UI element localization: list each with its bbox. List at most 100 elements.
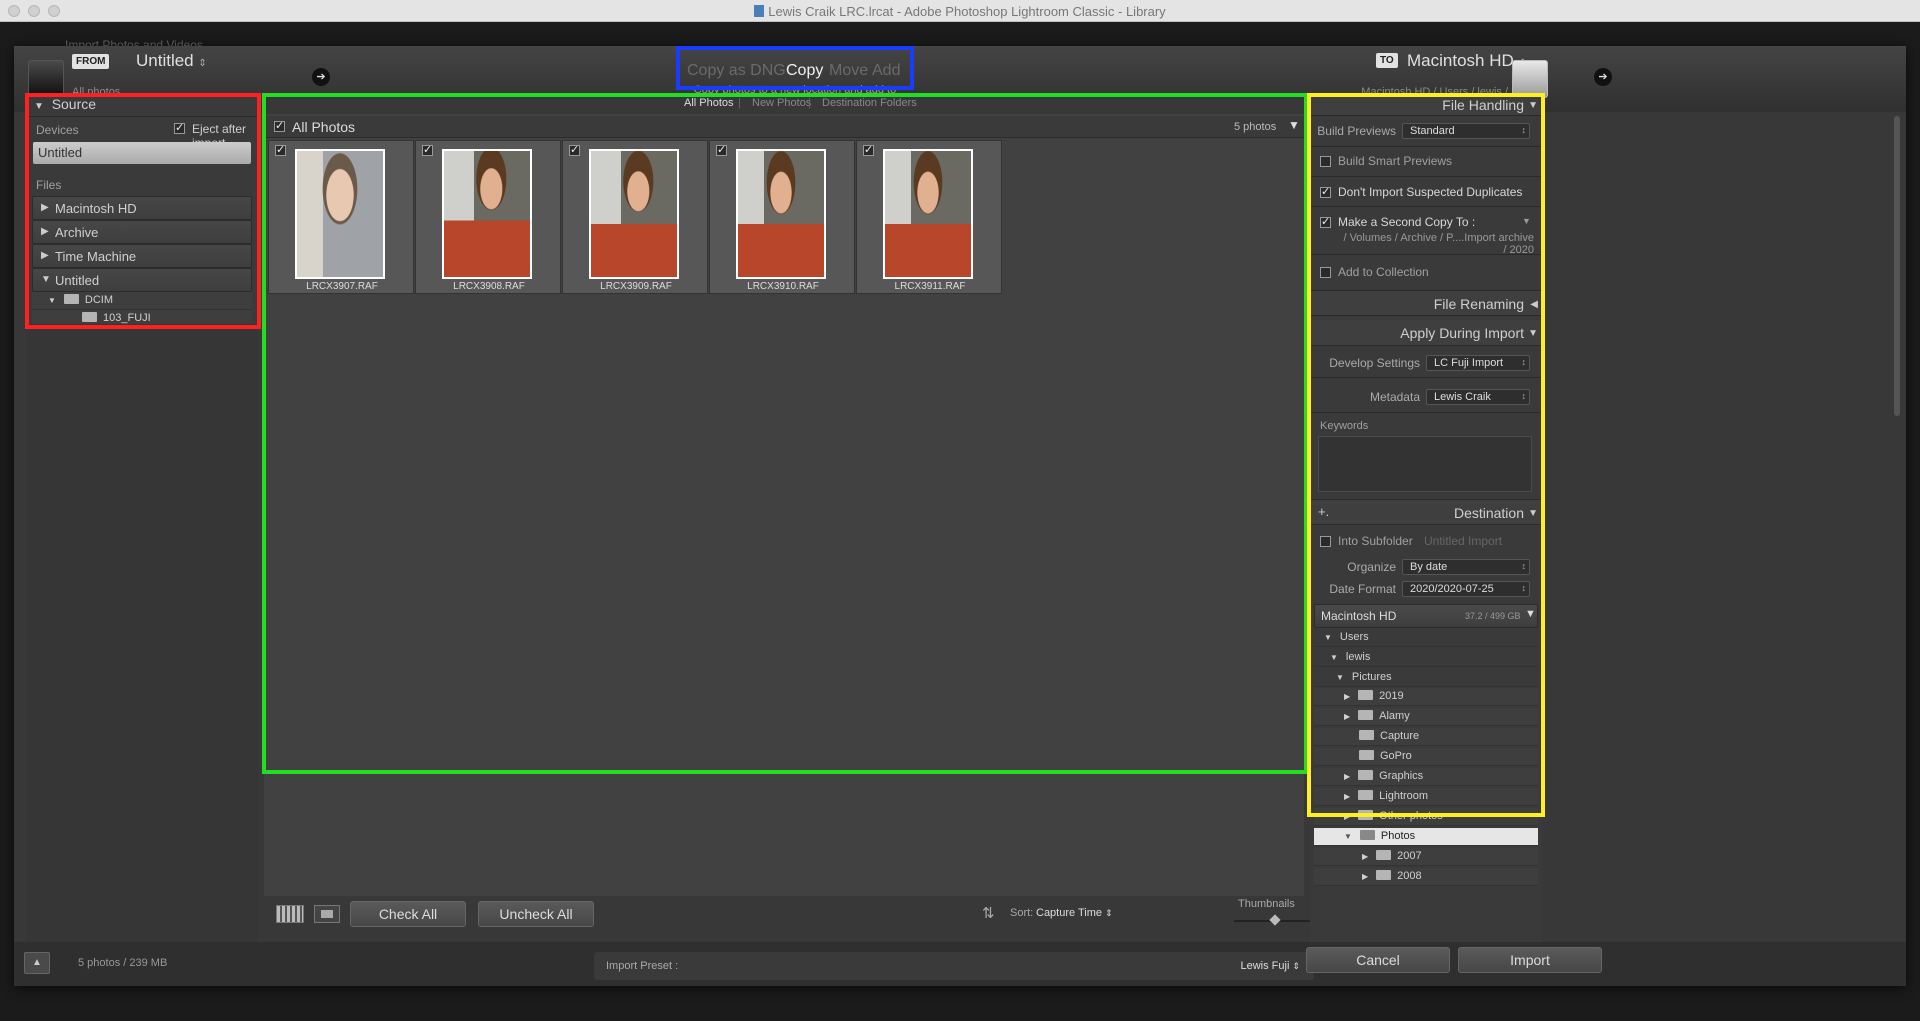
source-panel-empty xyxy=(26,324,258,946)
grid-panel: All Photos | New Photos | Destination Fo… xyxy=(264,94,1304,932)
photo-count: 5 photos xyxy=(1234,121,1277,133)
second-copy-checkbox[interactable]: ✓ xyxy=(1320,217,1331,228)
tree-folder-2007[interactable]: ▶ 2007 xyxy=(1314,848,1538,866)
photo-cell[interactable]: ✓ LRCX3909.RAF xyxy=(562,140,708,294)
tab-all-photos[interactable]: All Photos xyxy=(684,97,734,109)
grid-view-icon[interactable] xyxy=(276,905,304,923)
tree-folder-graphics[interactable]: ▶ Graphics xyxy=(1314,768,1538,786)
photo-checkbox[interactable]: ✓ xyxy=(422,145,433,156)
import-preset-select[interactable]: Lewis Fuji ⇕ xyxy=(1240,960,1300,972)
import-preset-label: Import Preset : xyxy=(606,960,679,972)
from-source-select[interactable]: Untitled ⇕ xyxy=(136,51,207,71)
volume-archive[interactable]: ▶ Archive xyxy=(32,220,252,244)
tree-folder-2008[interactable]: ▶ 2008 xyxy=(1314,868,1538,886)
sort-select[interactable]: Capture Time ⇕ xyxy=(1036,907,1113,919)
count-menu-icon[interactable]: ▼ xyxy=(1288,118,1300,132)
sort-az-icon[interactable]: ⇅ xyxy=(982,904,995,922)
destination-volume[interactable]: Macintosh HD 37.2 / 499 GB ▼ xyxy=(1314,604,1538,628)
cancel-button[interactable]: Cancel xyxy=(1306,947,1450,973)
check-all-button[interactable]: Check All xyxy=(350,901,466,927)
loupe-view-icon[interactable] xyxy=(314,905,340,923)
file-handling-header[interactable]: File Handling ▼ xyxy=(1310,94,1542,116)
tree-label: Lightroom xyxy=(1379,790,1429,802)
add-destination-icon[interactable]: +. xyxy=(1318,504,1329,519)
uncheck-all-button[interactable]: Uncheck All xyxy=(478,901,594,927)
photo-checkbox[interactable]: ✓ xyxy=(275,145,286,156)
window-title: Lewis Craik LRC.lrcat - Adobe Photoshop … xyxy=(0,4,1920,19)
no-duplicates-label: Don't Import Suspected Duplicates xyxy=(1338,185,1523,199)
to-tag: TO xyxy=(1376,53,1398,68)
mode-move[interactable]: Move xyxy=(829,62,868,80)
tree-folder-lightroom[interactable]: ▶ Lightroom xyxy=(1314,788,1538,806)
device-untitled[interactable]: Untitled xyxy=(33,142,251,164)
volume-time-machine[interactable]: ▶ Time Machine xyxy=(32,244,252,268)
expand-up-icon[interactable]: ▲ xyxy=(24,952,50,974)
photo-cell[interactable]: ✓ LRCX3908.RAF xyxy=(415,140,561,294)
tab-separator: | xyxy=(738,97,741,109)
source-header[interactable]: ▼ Source xyxy=(34,96,96,112)
to-destination-select[interactable]: Macintosh HD ⇕ xyxy=(1407,51,1527,71)
mode-add[interactable]: Add xyxy=(872,62,900,80)
add-collection-checkbox[interactable] xyxy=(1320,267,1331,278)
folder-label: 103_FUJI xyxy=(103,312,151,324)
tree-folder-2019[interactable]: ▶ 2019 xyxy=(1314,688,1538,706)
eject-checkbox[interactable]: ✓ xyxy=(174,123,185,134)
source-panel: ▼ Source Devices ✓ Eject after import Un… xyxy=(26,94,258,328)
tree-folder-photos-selected[interactable]: ▼ Photos xyxy=(1314,828,1538,846)
build-previews-select[interactable]: Standard xyxy=(1402,123,1530,139)
expand-triangle-icon: ▶ xyxy=(1344,692,1351,701)
volume-label: Macintosh HD xyxy=(55,201,137,216)
organize-label: Organize xyxy=(1347,560,1396,574)
second-copy-menu-icon[interactable]: ▼ xyxy=(1522,216,1531,226)
files-label: Files xyxy=(36,178,62,192)
mode-copy-as-dng[interactable]: Copy as DNG xyxy=(687,62,786,80)
photo-checkbox[interactable]: ✓ xyxy=(863,145,874,156)
photo-cell[interactable]: ✓ LRCX3907.RAF xyxy=(268,140,414,294)
volume-untitled[interactable]: ▼ Untitled xyxy=(32,268,252,292)
no-duplicates-checkbox[interactable]: ✓ xyxy=(1320,187,1331,198)
mode-copy[interactable]: Copy xyxy=(786,62,823,80)
import-dialog: FROM Untitled ⇕ All photos ➔ Copy as DNG… xyxy=(14,46,1906,986)
smart-previews-checkbox[interactable] xyxy=(1320,156,1331,167)
photo-cell[interactable]: ✓ LRCX3911.RAF xyxy=(856,140,1002,294)
collapse-triangle-icon: ▼ xyxy=(1344,832,1352,841)
tree-folder-capture[interactable]: Capture xyxy=(1314,728,1538,746)
tree-label: Users xyxy=(1339,631,1369,643)
tab-destination-folders[interactable]: Destination Folders xyxy=(822,97,917,109)
tree-lewis[interactable]: ▼ lewis xyxy=(1314,649,1538,667)
date-format-select[interactable]: 2020/2020-07-25 xyxy=(1402,581,1530,597)
window-titlebar: Lewis Craik LRC.lrcat - Adobe Photoshop … xyxy=(0,0,1920,22)
metadata-select[interactable]: Lewis Craik xyxy=(1426,389,1530,405)
tree-folder-gopro[interactable]: GoPro xyxy=(1314,748,1538,766)
photo-filename: LRCX3907.RAF xyxy=(306,281,378,292)
volume-macintosh-hd[interactable]: ▶ Macintosh HD xyxy=(32,196,252,220)
thumbnail-slider-knob[interactable] xyxy=(1269,914,1281,926)
apply-during-import-header[interactable]: Apply During Import ▼ xyxy=(1310,320,1542,346)
document-icon xyxy=(754,5,765,17)
tree-users[interactable]: ▼ Users xyxy=(1314,629,1538,647)
tab-new-photos[interactable]: New Photos xyxy=(752,97,811,109)
into-subfolder-checkbox[interactable] xyxy=(1320,536,1331,547)
import-preset-bar[interactable]: Import Preset : Lewis Fuji ⇕ xyxy=(594,952,1314,980)
tree-folder-other-photos[interactable]: ▶ Other photos xyxy=(1314,808,1538,826)
photo-cell[interactable]: ✓ LRCX3910.RAF xyxy=(709,140,855,294)
develop-settings-select[interactable]: LC Fuji Import xyxy=(1426,355,1530,371)
photo-checkbox[interactable]: ✓ xyxy=(716,145,727,156)
all-photos-checkbox[interactable]: ✓ xyxy=(274,121,285,132)
tree-folder-alamy[interactable]: ▶ Alamy xyxy=(1314,708,1538,726)
file-renaming-header[interactable]: File Renaming ◀ xyxy=(1310,290,1542,316)
right-panel-scrollbar[interactable] xyxy=(1894,116,1900,416)
folder-dcim[interactable]: ▼ DCIM xyxy=(32,292,252,310)
to-arrow-icon[interactable]: ➔ xyxy=(1594,68,1612,86)
import-button[interactable]: Import xyxy=(1458,947,1602,973)
develop-settings-label: Develop Settings xyxy=(1329,356,1420,370)
organize-select[interactable]: By date xyxy=(1402,559,1530,575)
destination-header[interactable]: +. Destination ▼ xyxy=(1310,499,1542,525)
photo-checkbox[interactable]: ✓ xyxy=(569,145,580,156)
subfolder-name-input[interactable]: Untitled Import xyxy=(1424,534,1502,548)
from-arrow-icon[interactable]: ➔ xyxy=(312,68,330,86)
tree-pictures[interactable]: ▼ Pictures xyxy=(1314,669,1538,687)
sort-label: Sort: xyxy=(1010,907,1034,919)
keywords-input[interactable] xyxy=(1318,436,1532,492)
folder-icon xyxy=(1358,810,1374,820)
